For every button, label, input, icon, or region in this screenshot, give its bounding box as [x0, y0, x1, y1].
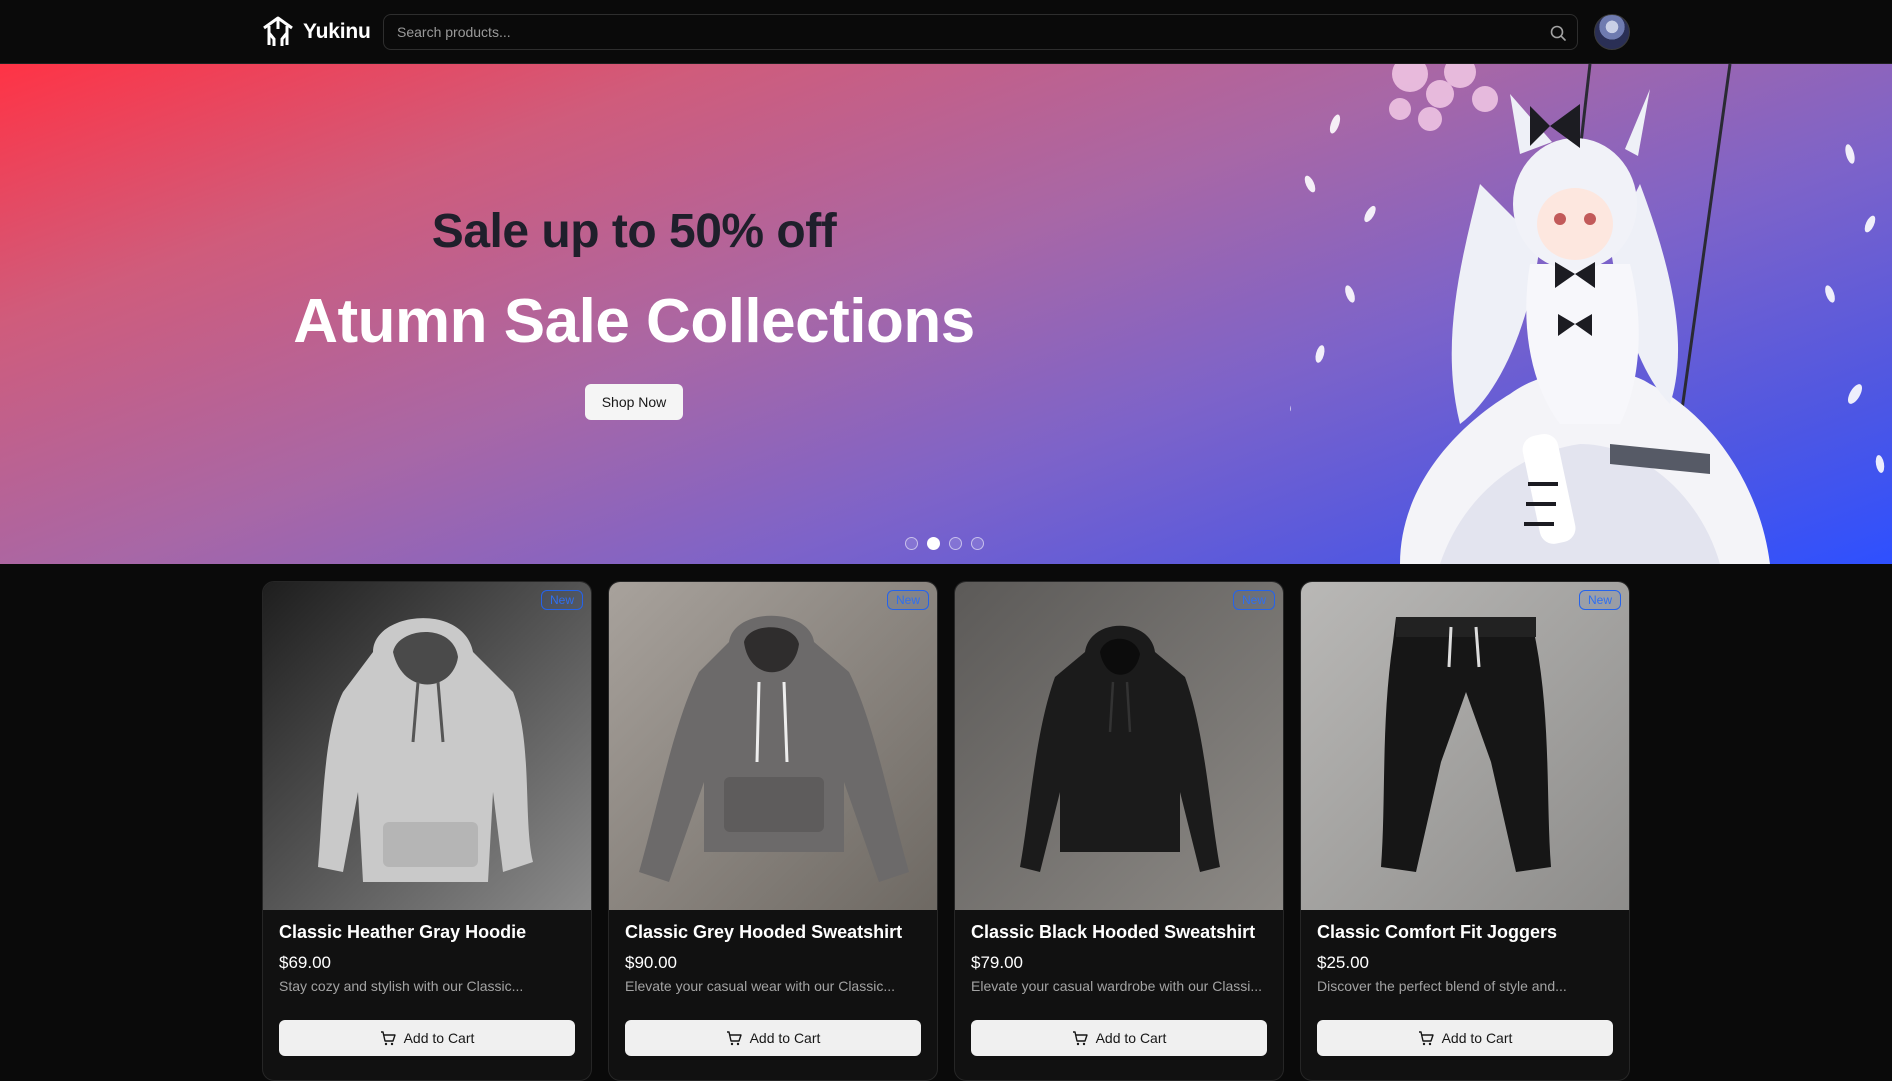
new-badge: New: [1578, 590, 1621, 610]
add-to-cart-label: Add to Cart: [749, 1030, 821, 1046]
shop-now-button[interactable]: Shop Now: [585, 384, 683, 420]
hero-illustration: [1290, 64, 1885, 564]
new-badge: New: [886, 590, 929, 610]
product-image[interactable]: [1301, 582, 1629, 910]
add-to-cart-button[interactable]: Add to Cart: [1317, 1020, 1613, 1056]
carousel-dot-active[interactable]: [927, 537, 940, 550]
new-badge: New: [540, 590, 583, 610]
cart-icon: [1418, 1031, 1434, 1046]
top-navbar: Yukinu: [0, 0, 1892, 64]
product-image[interactable]: [609, 582, 937, 910]
new-badge: New: [1232, 590, 1275, 610]
brand-logo[interactable]: Yukinu: [261, 14, 371, 50]
add-to-cart-button[interactable]: Add to Cart: [625, 1020, 921, 1056]
product-price: $69.00: [279, 953, 331, 972]
cart-icon: [380, 1031, 396, 1046]
product-card[interactable]: New Classic Black Hooded Sweatshirt $79.…: [954, 581, 1284, 1081]
search-icon[interactable]: [1549, 24, 1567, 42]
brand-name: Yukinu: [303, 20, 371, 43]
product-price: $79.00: [971, 953, 1023, 972]
product-price: $90.00: [625, 953, 677, 972]
add-to-cart-label: Add to Cart: [403, 1030, 475, 1046]
product-card[interactable]: New Classic Comfort Fit Joggers $25.00 D…: [1300, 581, 1630, 1081]
product-description: Elevate your casual wear with our Classi…: [625, 978, 895, 994]
carousel-indicators: [905, 537, 984, 550]
search-input[interactable]: [384, 15, 1577, 49]
product-title[interactable]: Classic Grey Hooded Sweatshirt: [625, 922, 925, 943]
product-price: $25.00: [1317, 953, 1369, 972]
carousel-dot[interactable]: [949, 537, 962, 550]
cart-icon: [1072, 1031, 1088, 1046]
hero-subtitle: Sale up to 50% off: [431, 205, 837, 258]
hero-banner: Sale up to 50% off Atumn Sale Collection…: [0, 64, 1892, 564]
product-card[interactable]: New Classic Grey Hooded Sweatshirt $90.0…: [608, 581, 938, 1081]
product-description: Stay cozy and stylish with our Classic..…: [279, 978, 524, 994]
user-avatar[interactable]: [1594, 14, 1630, 50]
hero-title: Atumn Sale Collections: [293, 287, 975, 356]
product-title[interactable]: Classic Comfort Fit Joggers: [1317, 922, 1617, 943]
product-description: Discover the perfect blend of style and.…: [1317, 978, 1567, 994]
product-description: Elevate your casual wardrobe with our Cl…: [971, 978, 1263, 994]
product-grid: New Classic Heather Gray Hoodie $69.00 S…: [262, 581, 1630, 1081]
add-to-cart-label: Add to Cart: [1095, 1030, 1167, 1046]
product-title[interactable]: Classic Black Hooded Sweatshirt: [971, 922, 1271, 943]
logo-icon: [263, 16, 293, 46]
cart-icon: [726, 1031, 742, 1046]
product-card[interactable]: New Classic Heather Gray Hoodie $69.00 S…: [262, 581, 592, 1081]
carousel-dot[interactable]: [971, 537, 984, 550]
add-to-cart-label: Add to Cart: [1441, 1030, 1513, 1046]
search-box: [383, 14, 1578, 50]
product-image[interactable]: [263, 582, 591, 910]
product-image[interactable]: [955, 582, 1283, 910]
product-title[interactable]: Classic Heather Gray Hoodie: [279, 922, 579, 943]
add-to-cart-button[interactable]: Add to Cart: [279, 1020, 575, 1056]
carousel-dot[interactable]: [905, 537, 918, 550]
add-to-cart-button[interactable]: Add to Cart: [971, 1020, 1267, 1056]
